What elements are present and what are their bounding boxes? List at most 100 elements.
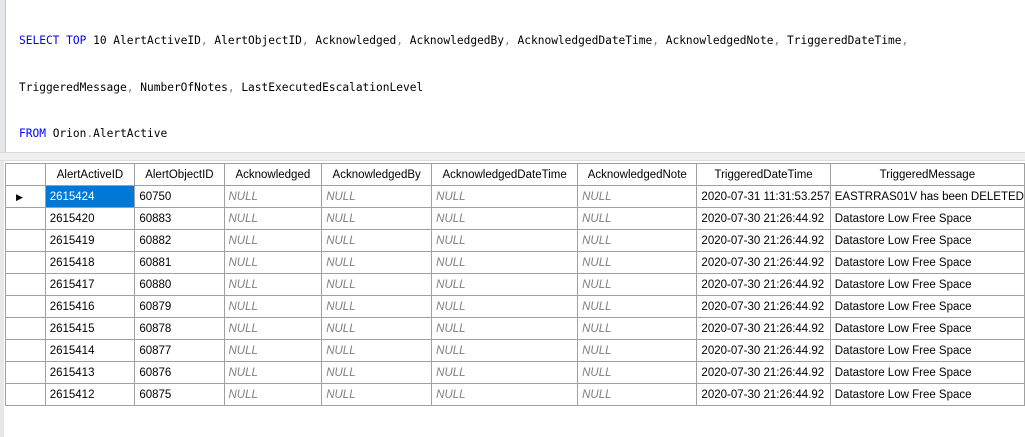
grid-cell-acknowledgedby[interactable]: NULL (321, 295, 433, 318)
row-header[interactable] (5, 273, 46, 296)
grid-cell-alertactiveid[interactable]: 2615420 (44, 207, 136, 230)
grid-cell-triggeredmessage[interactable]: Datastore Low Free Space (829, 295, 1025, 318)
grid-cell-acknowledgednote[interactable]: NULL (577, 229, 698, 252)
grid-cell-alertobjectid[interactable]: 60880 (134, 273, 225, 296)
grid-cell-acknowledgeddatetime[interactable]: NULL (431, 295, 579, 318)
table-row[interactable]: 2615416 60879 NULL NULL NULL NULL 2020-07-30 2… (5, 295, 1025, 318)
table-row[interactable]: 2615412 60875 NULL NULL NULL NULL 2020-07-30 2… (5, 383, 1025, 406)
table-row[interactable]: 2615414 60877 NULL NULL NULL NULL 2020-07-30 2… (5, 339, 1025, 362)
grid-cell-acknowledgeddatetime[interactable]: NULL (431, 339, 579, 362)
row-header[interactable] (5, 361, 46, 384)
grid-cell-acknowledgeddatetime[interactable]: NULL (431, 251, 579, 274)
row-header[interactable] (5, 229, 46, 252)
grid-cell-alertactiveid[interactable]: 2615419 (44, 229, 136, 252)
grid-cell-triggereddatetime[interactable]: 2020-07-30 21:26:44.92 (696, 339, 831, 362)
grid-cell-triggeredmessage[interactable]: Datastore Low Free Space (829, 273, 1025, 296)
grid-cell-alertobjectid[interactable]: 60879 (134, 295, 225, 318)
column-header-acknowledgednote[interactable]: AcknowledgedNote (577, 163, 698, 186)
grid-cell-triggereddatetime[interactable]: 2020-07-30 21:26:44.92 (696, 361, 831, 384)
grid-cell-acknowledged[interactable]: NULL (223, 251, 323, 274)
grid-cell-alertactiveid[interactable]: 2615413 (44, 361, 136, 384)
grid-cell-acknowledged[interactable]: NULL (223, 339, 323, 362)
grid-cell-acknowledgeddatetime[interactable]: NULL (431, 273, 579, 296)
grid-cell-triggereddatetime[interactable]: 2020-07-30 21:26:44.92 (696, 295, 831, 318)
grid-cell-acknowledged[interactable]: NULL (223, 273, 323, 296)
grid-cell-triggeredmessage[interactable]: Datastore Low Free Space (829, 229, 1025, 252)
column-header-acknowledgeddatetime[interactable]: AcknowledgedDateTime (431, 163, 579, 186)
grid-cell-acknowledgednote[interactable]: NULL (577, 185, 698, 208)
grid-cell-acknowledgeddatetime[interactable]: NULL (431, 383, 579, 406)
grid-cell-acknowledgedby[interactable]: NULL (321, 185, 433, 208)
grid-cell-acknowledgedby[interactable]: NULL (321, 251, 433, 274)
grid-cell-triggeredmessage[interactable]: Datastore Low Free Space (829, 339, 1025, 362)
row-header[interactable]: ▶ (5, 185, 46, 208)
grid-cell-triggeredmessage[interactable]: Datastore Low Free Space (829, 361, 1025, 384)
grid-cell-triggereddatetime[interactable]: 2020-07-30 21:26:44.92 (696, 229, 831, 252)
grid-cell-acknowledgednote[interactable]: NULL (577, 317, 698, 340)
grid-cell-acknowledgedby[interactable]: NULL (321, 361, 433, 384)
grid-cell-alertobjectid[interactable]: 60878 (134, 317, 225, 340)
grid-cell-alertactiveid[interactable]: 2615417 (44, 273, 136, 296)
grid-cell-acknowledgeddatetime[interactable]: NULL (431, 317, 579, 340)
row-header[interactable] (5, 251, 46, 274)
row-header[interactable] (5, 295, 46, 318)
grid-cell-alertactiveid[interactable]: 2615416 (44, 295, 136, 318)
grid-cell-triggereddatetime[interactable]: 2020-07-30 21:26:44.92 (696, 383, 831, 406)
column-header-alertactiveid[interactable]: AlertActiveID (44, 163, 136, 186)
grid-cell-acknowledged[interactable]: NULL (223, 229, 323, 252)
grid-cell-acknowledgedby[interactable]: NULL (321, 383, 433, 406)
row-header[interactable] (5, 383, 46, 406)
table-row[interactable]: 2615418 60881 NULL NULL NULL NULL 2020-07-30 2… (5, 251, 1025, 274)
table-row[interactable]: 2615420 60883 NULL NULL NULL NULL 2020-07-30 2… (5, 207, 1025, 230)
grid-cell-alertactiveid[interactable]: 2615412 (44, 383, 136, 406)
grid-cell-triggeredmessage[interactable]: Datastore Low Free Space (829, 251, 1025, 274)
grid-cell-alertobjectid[interactable]: 60875 (134, 383, 225, 406)
query-editor[interactable]: SELECT TOP 10 AlertActiveID, AlertObject… (0, 0, 1025, 187)
grid-cell-alertobjectid[interactable]: 60876 (134, 361, 225, 384)
grid-cell-acknowledged[interactable]: NULL (223, 295, 323, 318)
grid-cell-alertactiveid[interactable]: 2615415 (44, 317, 136, 340)
row-header-corner[interactable] (5, 163, 46, 186)
grid-cell-acknowledgeddatetime[interactable]: NULL (431, 229, 579, 252)
grid-cell-acknowledgednote[interactable]: NULL (577, 207, 698, 230)
column-header-triggeredmessage[interactable]: TriggeredMessage (829, 163, 1025, 186)
grid-cell-acknowledged[interactable]: NULL (223, 383, 323, 406)
grid-cell-triggeredmessage[interactable]: Datastore Low Free Space (829, 383, 1025, 406)
grid-cell-triggeredmessage[interactable]: EASTRRAS01V has been DELETED (829, 185, 1025, 208)
grid-cell-triggeredmessage[interactable]: Datastore Low Free Space (829, 317, 1025, 340)
grid-cell-acknowledged[interactable]: NULL (223, 185, 323, 208)
grid-cell-triggereddatetime[interactable]: 2020-07-30 21:26:44.92 (696, 317, 831, 340)
grid-cell-acknowledgedby[interactable]: NULL (321, 317, 433, 340)
grid-cell-triggeredmessage[interactable]: Datastore Low Free Space (829, 207, 1025, 230)
grid-cell-alertobjectid[interactable]: 60883 (134, 207, 225, 230)
grid-cell-acknowledged[interactable]: NULL (223, 207, 323, 230)
row-header[interactable] (5, 207, 46, 230)
grid-cell-acknowledgednote[interactable]: NULL (577, 361, 698, 384)
grid-cell-acknowledged[interactable]: NULL (223, 361, 323, 384)
grid-cell-acknowledged[interactable]: NULL (223, 317, 323, 340)
column-header-triggereddatetime[interactable]: TriggeredDateTime (696, 163, 831, 186)
pane-splitter[interactable] (0, 152, 1025, 161)
grid-cell-triggereddatetime[interactable]: 2020-07-30 21:26:44.92 (696, 251, 831, 274)
column-header-acknowledged[interactable]: Acknowledged (223, 163, 323, 186)
grid-cell-alertactiveid[interactable]: 2615418 (44, 251, 136, 274)
grid-cell-alertactiveid[interactable]: 2615414 (44, 339, 136, 362)
row-header[interactable] (5, 339, 46, 362)
column-header-acknowledgedby[interactable]: AcknowledgedBy (321, 163, 433, 186)
grid-cell-alertactiveid[interactable]: 2615424 (44, 185, 136, 208)
table-row[interactable]: 2615419 60882 NULL NULL NULL NULL 2020-07-30 2… (5, 229, 1025, 252)
grid-cell-triggereddatetime[interactable]: 2020-07-30 21:26:44.92 (696, 273, 831, 296)
grid-cell-triggereddatetime[interactable]: 2020-07-30 21:26:44.92 (696, 207, 831, 230)
grid-cell-acknowledgeddatetime[interactable]: NULL (431, 361, 579, 384)
grid-cell-acknowledgednote[interactable]: NULL (577, 273, 698, 296)
grid-cell-acknowledgeddatetime[interactable]: NULL (431, 207, 579, 230)
grid-cell-triggereddatetime[interactable]: 2020-07-31 11:31:53.257 (696, 185, 831, 208)
grid-cell-acknowledgedby[interactable]: NULL (321, 339, 433, 362)
grid-cell-acknowledgednote[interactable]: NULL (577, 383, 698, 406)
grid-cell-alertobjectid[interactable]: 60877 (134, 339, 225, 362)
grid-cell-acknowledgednote[interactable]: NULL (577, 251, 698, 274)
row-header[interactable] (5, 317, 46, 340)
table-row[interactable]: 2615413 60876 NULL NULL NULL NULL 2020-07-30 2… (5, 361, 1025, 384)
column-header-alertobjectid[interactable]: AlertObjectID (134, 163, 225, 186)
grid-cell-acknowledgednote[interactable]: NULL (577, 339, 698, 362)
